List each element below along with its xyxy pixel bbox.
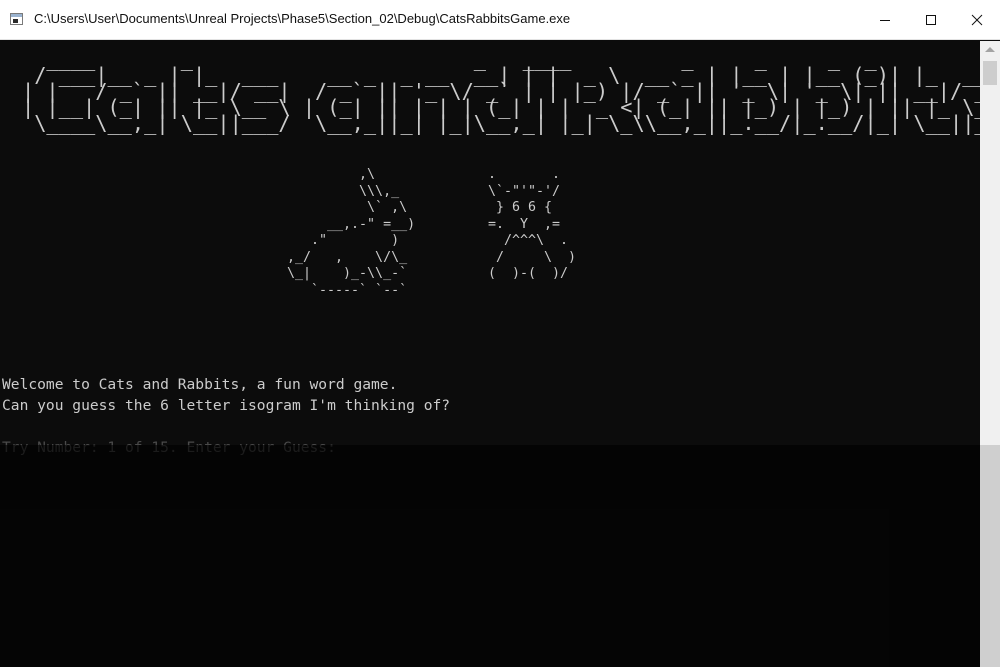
scrollbar-thumb[interactable] [983, 61, 997, 85]
scroll-up-arrow-icon[interactable] [985, 47, 995, 52]
lower-console-region [0, 445, 980, 667]
console-window: C:\Users\User\Documents\Unreal Projects\… [0, 0, 1000, 667]
minimize-icon [880, 20, 890, 21]
minimize-button[interactable] [862, 0, 908, 40]
question-message: Can you guess the 6 letter isogram I'm t… [2, 397, 451, 414]
welcome-message: Welcome to Cats and Rabbits, a fun word … [2, 376, 398, 393]
close-icon [971, 14, 983, 26]
title-bar[interactable]: C:\Users\User\Documents\Unreal Projects\… [0, 0, 1000, 40]
scrollbar-track[interactable] [980, 445, 1000, 667]
close-button[interactable] [954, 0, 1000, 40]
console-app-icon[interactable] [10, 13, 23, 25]
vertical-scrollbar[interactable] [980, 41, 1000, 667]
maximize-button[interactable] [908, 0, 954, 40]
ascii-cat-art: . . \`-"'"-'/ } 6 6 { =. Y ,= /^^^\ . / … [488, 167, 577, 281]
ascii-title-banner: ____ _ _ ____ _ _ _ _ / ___|__ _ | |_ __… [22, 47, 980, 135]
maximize-icon [926, 15, 936, 25]
console-output-area[interactable]: ____ _ _ ____ _ _ _ _ / ___|__ _ | |_ __… [0, 41, 980, 667]
ascii-rabbit-art: ,\ \\\,_ \` ,\ __,.-" =__) ." ) ,_/ , \/… [287, 167, 416, 298]
window-title: C:\Users\User\Documents\Unreal Projects\… [34, 11, 571, 26]
